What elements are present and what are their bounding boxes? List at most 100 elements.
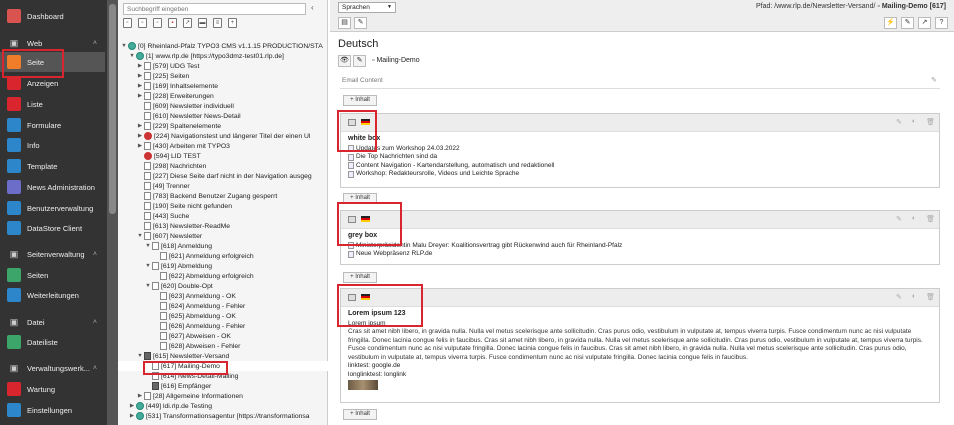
expand-icon[interactable]: ▶ bbox=[136, 83, 144, 89]
module-datei[interactable]: ▣ Datei ˄ bbox=[0, 312, 105, 332]
tree-node-label[interactable]: [227] Diese Seite darf nicht in der Navi… bbox=[153, 173, 312, 180]
tree-node[interactable]: ▶ [579] UDG Test bbox=[118, 61, 328, 71]
page-icon[interactable] bbox=[144, 112, 151, 120]
module-menu-scrollbar[interactable] bbox=[107, 0, 118, 425]
tree-node-label[interactable]: [627] Abweisen - OK bbox=[169, 333, 231, 340]
clear-cache-icon[interactable]: ⚡ bbox=[884, 17, 897, 29]
language-select[interactable]: Sprachen ▼ bbox=[338, 2, 396, 13]
tree-node-label[interactable]: [613] Newsletter-ReadMe bbox=[153, 223, 230, 230]
tree-node[interactable]: [594] LID TEST bbox=[118, 151, 328, 161]
tree-node-label[interactable]: [607] Newsletter bbox=[153, 233, 202, 240]
collapse-icon[interactable]: ▼ bbox=[136, 353, 144, 359]
tree-node[interactable]: [628] Abweisen - Fehler bbox=[118, 341, 328, 351]
module-template[interactable]: Template bbox=[0, 156, 105, 176]
page-icon[interactable] bbox=[160, 312, 167, 320]
tree-node[interactable]: [783] Backend Benutzer Zugang gesperrt bbox=[118, 191, 328, 201]
page-icon[interactable] bbox=[144, 82, 151, 90]
chevron-up-icon[interactable]: ˄ bbox=[93, 251, 97, 258]
page-icon[interactable] bbox=[144, 212, 151, 220]
tree-node[interactable]: ▶ [225] Seiten bbox=[118, 71, 328, 81]
tree-node[interactable]: ▶ [229] Spaltenelemente bbox=[118, 121, 328, 131]
new-link-icon[interactable]: ↗ bbox=[183, 18, 192, 28]
module-info[interactable]: Info bbox=[0, 135, 105, 155]
tree-node-label[interactable]: [531] Transformationsagentur [https://tr… bbox=[146, 413, 310, 420]
module-datastore-client[interactable]: DataStore Client bbox=[0, 218, 105, 238]
tree-node-label[interactable]: [443] Suche bbox=[153, 213, 189, 220]
expand-icon[interactable]: ▶ bbox=[128, 403, 136, 409]
page-icon[interactable] bbox=[160, 332, 167, 340]
tree-node-label[interactable]: [618] Anmeldung bbox=[161, 243, 212, 250]
tree-node-label[interactable]: [624] Anmeldung - Fehler bbox=[169, 303, 245, 310]
tree-node-label[interactable]: [621] Anmeldung erfolgreich bbox=[169, 253, 254, 260]
tree-node[interactable]: [190] Seite nicht gefunden bbox=[118, 201, 328, 211]
tree-node-label[interactable]: [190] Seite nicht gefunden bbox=[153, 203, 232, 210]
tree-node[interactable]: ▼ [1] www.rlp.de [https://typo3dmz-test01… bbox=[118, 51, 328, 61]
page-icon[interactable] bbox=[144, 182, 151, 190]
tree-node[interactable]: [622] Abmeldung erfolgreich bbox=[118, 271, 328, 281]
page-icon[interactable] bbox=[152, 262, 159, 270]
tree-node-label[interactable]: [0] Rheinland-Pfalz TYPO3 CMS v1.1.15 PR… bbox=[138, 43, 323, 50]
collapse-icon[interactable]: ▼ bbox=[128, 53, 136, 59]
edit-icon[interactable]: ✎ bbox=[896, 118, 902, 126]
globe-icon[interactable] bbox=[136, 412, 144, 420]
page-icon[interactable] bbox=[144, 142, 151, 150]
collapse-icon[interactable]: ▼ bbox=[144, 263, 152, 269]
module-dateiliste[interactable]: Dateiliste bbox=[0, 332, 105, 352]
add-content-button[interactable]: + Inhalt bbox=[343, 409, 377, 420]
delete-icon[interactable]: 🗑 bbox=[926, 215, 935, 223]
delete-icon[interactable]: 🗑 bbox=[926, 118, 935, 126]
tree-node-label[interactable]: [609] Newsletter individuell bbox=[153, 103, 234, 110]
tree-node-label[interactable]: [615] Newsletter-Versand bbox=[153, 353, 229, 360]
tree-node-label[interactable]: [49] Trenner bbox=[153, 183, 190, 190]
tree-node[interactable]: ▼ [607] Newsletter bbox=[118, 231, 328, 241]
expand-icon[interactable]: ▶ bbox=[136, 143, 144, 149]
page-icon[interactable] bbox=[144, 202, 151, 210]
collapse-icon[interactable]: ▼ bbox=[120, 43, 128, 49]
tree-node[interactable]: [443] Suche bbox=[118, 211, 328, 221]
tree-node[interactable]: ▼ [618] Anmeldung bbox=[118, 241, 328, 251]
tree-node[interactable]: [616] Empfänger bbox=[118, 381, 328, 391]
tree-node-label[interactable]: [28] Allgemeine Informationen bbox=[153, 393, 243, 400]
tree-node[interactable]: [624] Anmeldung - Fehler bbox=[118, 301, 328, 311]
tree-node[interactable]: [610] Newsletter News-Detail bbox=[118, 111, 328, 121]
module-seiten[interactable]: Seiten bbox=[0, 265, 105, 285]
chevron-up-icon[interactable]: ˄ bbox=[93, 365, 97, 372]
column-edit-icon[interactable]: ✎ bbox=[931, 76, 937, 84]
page-icon[interactable] bbox=[144, 62, 151, 70]
module-dashboard[interactable]: Dashboard bbox=[0, 6, 105, 26]
tree-node[interactable]: ▶ [228] Erweiterungen bbox=[118, 91, 328, 101]
new-page-icon[interactable]: ▫ bbox=[123, 18, 132, 28]
tree-node-label[interactable]: [783] Backend Benutzer Zugang gesperrt bbox=[153, 193, 277, 200]
tree-node-label[interactable]: [625] Abmeldung - OK bbox=[169, 313, 236, 320]
tree-node[interactable]: ▶ [531] Transformationsagentur [https://t… bbox=[118, 411, 328, 421]
toggle-visibility-icon[interactable]: ◐ bbox=[912, 215, 916, 223]
tree-node[interactable]: ▼ [615] Newsletter-Versand bbox=[118, 351, 328, 361]
tree-node-label[interactable]: [622] Abmeldung erfolgreich bbox=[169, 273, 254, 280]
edit-icon[interactable]: ✎ bbox=[896, 293, 902, 301]
module-benutzerverwaltung[interactable]: Benutzerverwaltung bbox=[0, 198, 105, 218]
view-page-icon[interactable]: 👁 bbox=[338, 55, 351, 67]
tree-node-label[interactable]: [1] www.rlp.de [https://typo3dmz-test01.… bbox=[146, 53, 284, 60]
tree-node-label[interactable]: [594] LID TEST bbox=[154, 153, 201, 160]
module-formulare[interactable]: Formulare bbox=[0, 115, 105, 135]
page-icon[interactable] bbox=[144, 392, 151, 400]
collapse-icon[interactable]: ▼ bbox=[144, 283, 152, 289]
expand-icon[interactable]: ▶ bbox=[128, 413, 136, 419]
page-icon[interactable] bbox=[144, 222, 151, 230]
restricted-page-icon[interactable] bbox=[144, 152, 152, 160]
globe-icon[interactable] bbox=[136, 52, 144, 60]
page-icon[interactable] bbox=[160, 292, 167, 300]
edit-page-properties-icon[interactable]: ✎ bbox=[354, 17, 367, 29]
help-icon[interactable]: ? bbox=[935, 17, 948, 29]
tree-node-label[interactable]: [228] Erweiterungen bbox=[153, 93, 214, 100]
module-weiterleitungen[interactable]: Weiterleitungen bbox=[0, 285, 105, 305]
page-tree-toggle-icon[interactable]: ▤ bbox=[338, 17, 351, 29]
expand-icon[interactable]: ▶ bbox=[136, 73, 144, 79]
page-icon[interactable] bbox=[160, 252, 167, 260]
tree-node-label[interactable]: [224] Navigationstest und längerer Titel… bbox=[154, 133, 310, 140]
chevron-up-icon[interactable]: ˄ bbox=[93, 319, 97, 326]
tree-node-label[interactable]: [225] Seiten bbox=[153, 73, 189, 80]
collapse-icon[interactable]: ▼ bbox=[144, 243, 152, 249]
new-page-after-icon[interactable]: ▫ bbox=[153, 18, 162, 28]
globe-icon[interactable] bbox=[136, 402, 144, 410]
